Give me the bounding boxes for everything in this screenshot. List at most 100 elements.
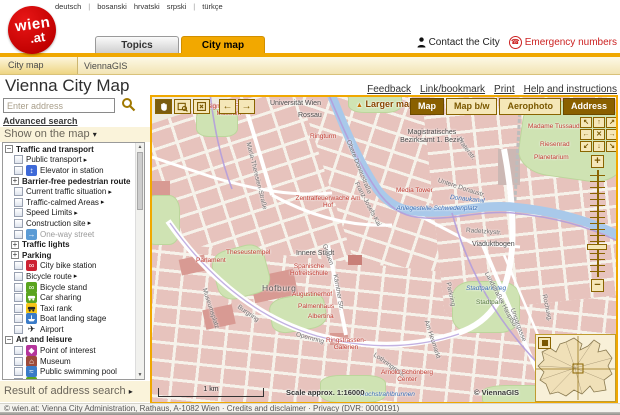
forward-button[interactable]: → <box>238 99 255 114</box>
view-button-map-b-w[interactable]: Map b/w <box>445 98 498 115</box>
checkbox[interactable] <box>14 377 23 379</box>
tree-group-barrier-free-pedestrian-route[interactable]: + Barrier-free pedestrian route <box>3 176 136 187</box>
emergency-numbers-link[interactable]: ☎ Emergency numbers <box>508 36 617 49</box>
tree-item-museum[interactable]: ⌂ Museum <box>3 355 136 367</box>
map-viewport[interactable]: Sigmund Freud MuseumUniversität WienRoss… <box>150 95 618 404</box>
checkbox[interactable] <box>14 324 23 334</box>
zoom-box-button[interactable] <box>174 99 191 114</box>
scrollbar-thumb[interactable] <box>137 152 143 210</box>
checkbox[interactable] <box>14 208 23 218</box>
contact-the-city-link[interactable]: Contact the City <box>417 37 500 48</box>
checkbox[interactable] <box>14 314 23 324</box>
scroll-down-icon[interactable]: ▼ <box>136 372 144 378</box>
checkbox[interactable] <box>14 261 23 271</box>
tree-item-construction-site[interactable]: Construction site ▸ <box>3 218 136 229</box>
checkbox[interactable] <box>14 218 23 228</box>
checkbox[interactable] <box>14 271 23 281</box>
view-button-map[interactable]: Map <box>409 98 444 115</box>
tree-item-traffic-calmed-areas[interactable]: Traffic-calmed Areas ▸ <box>3 197 136 208</box>
subtab-viennagis[interactable]: ViennaGIS <box>84 59 127 73</box>
view-button-aerophoto[interactable]: Aerophoto <box>499 98 561 115</box>
submenu-arrow-icon[interactable]: ▸ <box>88 219 92 227</box>
tree-item-public-transport[interactable]: Public transport ▸ <box>3 155 136 166</box>
checkbox[interactable] <box>14 197 23 207</box>
submenu-arrow-icon[interactable]: ▸ <box>74 209 78 217</box>
checkbox[interactable] <box>14 165 23 175</box>
collapse-icon[interactable]: − <box>5 145 13 154</box>
show-on-map-header[interactable]: Show on the map ▾ <box>0 127 152 142</box>
tree-item-speed-limits[interactable]: Speed Limits ▸ <box>3 208 136 219</box>
checkbox[interactable] <box>14 282 23 292</box>
checkbox[interactable] <box>14 293 23 303</box>
advanced-search-link[interactable]: Advanced search <box>3 116 78 126</box>
tree-group-parking[interactable]: + Parking <box>3 250 136 261</box>
tree-item-point-of-interest[interactable]: ◆ Point of interest <box>3 345 136 357</box>
submenu-arrow-icon[interactable]: ▸ <box>74 272 78 280</box>
zoom-slider-track[interactable] <box>590 170 605 277</box>
overview-map[interactable] <box>535 334 616 402</box>
full-extent-button[interactable] <box>193 99 210 114</box>
zoom-slider-handle[interactable] <box>587 244 607 250</box>
tree-item-current-traffic-situation[interactable]: Current traffic situation ▸ <box>3 186 136 197</box>
tab-city-map[interactable]: City map <box>181 36 265 53</box>
language-link-hrvatski[interactable]: hrvatski <box>134 2 160 11</box>
pan-s-button[interactable]: ↓ <box>593 141 605 152</box>
checkbox[interactable] <box>14 229 23 239</box>
result-of-address-search-header[interactable]: Result of address search ▸ <box>0 381 152 402</box>
tree-item-taxi-rank[interactable]: Taxi rank <box>3 302 136 314</box>
link-print[interactable]: Print <box>494 84 515 95</box>
expand-icon[interactable]: + <box>11 177 19 186</box>
language-link-srpski[interactable]: srpski <box>167 2 187 11</box>
language-link-türkçe[interactable]: türkçe <box>202 2 222 11</box>
wien-at-logo[interactable]: wien .at <box>8 6 56 54</box>
expand-icon[interactable]: + <box>11 240 19 249</box>
tab-topics[interactable]: Topics <box>95 36 179 53</box>
tree-item-park[interactable]: ♣Park <box>3 376 136 379</box>
search-input[interactable] <box>3 98 115 113</box>
tree-group-art-and-leisure[interactable]: − Art and leisure <box>3 335 136 346</box>
checkbox[interactable] <box>14 155 23 165</box>
checkbox[interactable] <box>14 356 23 366</box>
tree-item-car-sharing[interactable]: Car sharing <box>3 292 136 304</box>
back-button[interactable]: ← <box>219 99 236 114</box>
subtab-city-map[interactable]: City map <box>0 57 78 74</box>
pan-nw-button[interactable]: ↖ <box>580 117 592 128</box>
checkbox[interactable] <box>14 346 23 356</box>
checkbox[interactable] <box>14 303 23 313</box>
map-canvas[interactable]: Sigmund Freud MuseumUniversität WienRoss… <box>152 97 616 402</box>
checkbox[interactable] <box>14 367 23 377</box>
submenu-arrow-icon[interactable]: ▸ <box>108 188 112 196</box>
tree-item-elevator-in-station[interactable]: ↕ Elevator in station <box>3 164 136 176</box>
zoom-in-button[interactable]: + <box>591 155 604 168</box>
tree-item-public-swimming-pool[interactable]: ≈ Public swimming pool <box>3 366 136 378</box>
tree-item-bicycle-stand[interactable]: ∞ Bicycle stand <box>3 281 136 293</box>
pan-tool-button[interactable] <box>155 99 172 114</box>
pan-sw-button[interactable]: ↙ <box>580 141 592 152</box>
search-icon[interactable] <box>121 97 136 112</box>
link-link-bookmark[interactable]: Link/bookmark <box>420 84 485 95</box>
checkbox[interactable] <box>14 187 23 197</box>
language-link-bosanski[interactable]: bosanski <box>97 2 127 11</box>
tree-item-one-way-street[interactable]: → One-way street <box>3 228 136 240</box>
link-help-and-instructions[interactable]: Help and instructions <box>524 84 617 95</box>
pan-center-button[interactable]: ✕ <box>593 129 605 140</box>
view-button-address[interactable]: Address <box>562 98 615 115</box>
zoom-out-button[interactable]: − <box>591 279 604 292</box>
submenu-arrow-icon[interactable]: ▸ <box>84 156 88 164</box>
link-feedback[interactable]: Feedback <box>367 84 411 95</box>
scroll-up-icon[interactable]: ▲ <box>136 144 144 150</box>
tree-item-bicycle-route[interactable]: Bicycle route ▸ <box>3 271 136 282</box>
tree-group-traffic-lights[interactable]: + Traffic lights <box>3 239 136 250</box>
pan-n-button[interactable]: ↑ <box>593 117 605 128</box>
pan-ne-button[interactable]: ↗ <box>606 117 616 128</box>
submenu-arrow-icon[interactable]: ▸ <box>101 198 105 206</box>
tree-group-traffic-and-transport[interactable]: − Traffic and transport <box>3 144 136 155</box>
pan-e-button[interactable]: → <box>606 129 616 140</box>
language-link-deutsch[interactable]: deutsch <box>55 2 81 11</box>
expand-icon[interactable]: + <box>11 251 19 260</box>
tree-scrollbar[interactable]: ▲ ▼ <box>135 143 144 379</box>
tree-item-boat-landing-stage[interactable]: Boat landing stage <box>3 313 136 325</box>
overview-toggle-button[interactable] <box>538 337 551 349</box>
larger-map-link[interactable]: ▲ Larger map <box>356 99 414 109</box>
collapse-icon[interactable]: − <box>5 335 13 344</box>
